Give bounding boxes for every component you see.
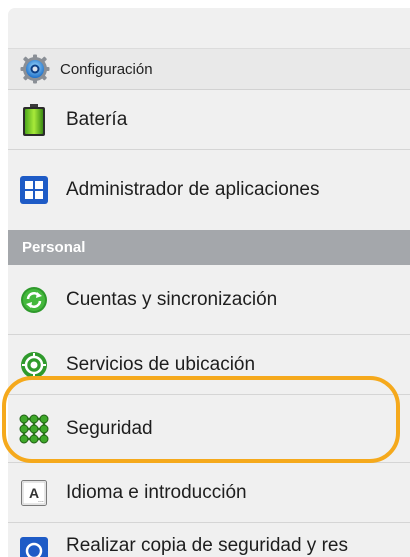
settings-item-label: Servicios de ubicación: [66, 353, 256, 375]
settings-item-battery[interactable]: Batería: [8, 90, 410, 150]
page-title: Configuración: [60, 60, 153, 78]
settings-item-app-manager[interactable]: Administrador de aplicaciones: [8, 150, 410, 230]
settings-item-security[interactable]: Seguridad: [8, 395, 410, 463]
sync-icon: [18, 284, 50, 316]
settings-item-label: Realizar copia de seguridad y res: [66, 535, 348, 556]
settings-item-label: Administrador de aplicaciones: [66, 179, 320, 200]
settings-item-backup[interactable]: Realizar copia de seguridad y res: [8, 523, 410, 557]
screen: Configuración Batería Administrador de a…: [0, 0, 410, 557]
section-label: Personal: [22, 239, 86, 256]
settings-panel: Configuración Batería Administrador de a…: [8, 8, 410, 557]
settings-item-label: Idioma e introducción: [66, 481, 247, 503]
settings-item-location[interactable]: Servicios de ubicación: [8, 335, 410, 395]
app-manager-icon: [18, 174, 50, 206]
language-icon: A ...: [18, 477, 50, 509]
settings-item-label: Seguridad: [66, 417, 153, 439]
settings-item-language[interactable]: A ... Idioma e introducción: [8, 463, 410, 523]
battery-icon: [18, 103, 50, 136]
svg-text:...: ...: [38, 497, 44, 504]
location-icon: [18, 349, 50, 381]
settings-gear-icon: [18, 52, 52, 86]
backup-icon: [18, 535, 50, 557]
settings-header: Configuración: [8, 48, 410, 90]
security-grid-icon: [18, 413, 50, 445]
section-header-personal: Personal: [8, 230, 410, 265]
settings-item-label: Cuentas y sincronización: [66, 288, 278, 310]
settings-item-accounts-sync[interactable]: Cuentas y sincronización: [8, 265, 410, 335]
settings-item-label: Batería: [66, 108, 128, 130]
